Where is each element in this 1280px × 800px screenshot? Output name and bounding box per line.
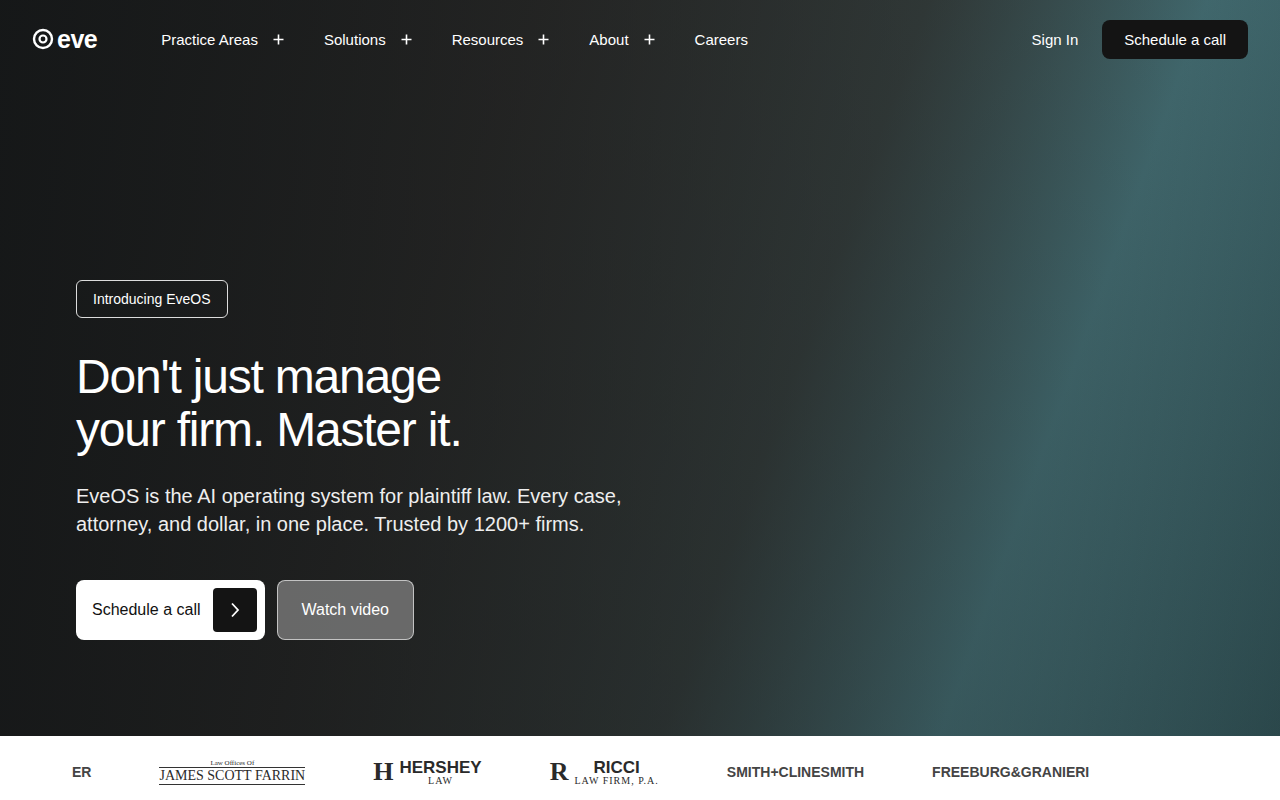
nav-label: Solutions bbox=[324, 31, 386, 48]
logo-mark: H bbox=[373, 759, 393, 785]
logo-mark: R bbox=[550, 759, 569, 785]
headline-line: Don't just manage bbox=[76, 350, 462, 403]
client-logo: RRICCILAW FIRM, P.A. bbox=[550, 759, 659, 786]
client-logo: Law Offices OfJAMES SCOTT FARRIN bbox=[159, 760, 305, 785]
intro-badge[interactable]: Introducing EveOS bbox=[76, 280, 228, 318]
watch-video-button[interactable]: Watch video bbox=[277, 580, 414, 640]
plus-icon bbox=[273, 34, 284, 45]
logo-words: RICCILAW FIRM, P.A. bbox=[574, 759, 658, 786]
nav-item[interactable]: About bbox=[589, 31, 654, 48]
nav-label: Resources bbox=[452, 31, 524, 48]
subtitle: EveOS is the AI operating system for pla… bbox=[76, 482, 676, 538]
logo-top: Law Offices Of bbox=[210, 760, 254, 767]
nav-item[interactable]: Careers bbox=[695, 31, 748, 48]
logo-words: ER bbox=[72, 765, 91, 779]
nav-label: About bbox=[589, 31, 628, 48]
nav-actions: Sign In Schedule a call bbox=[1032, 20, 1248, 59]
plus-icon bbox=[538, 34, 549, 45]
logo-words: Law Offices OfJAMES SCOTT FARRIN bbox=[159, 760, 305, 785]
button-label: Schedule a call bbox=[92, 601, 201, 619]
nav-item[interactable]: Resources bbox=[452, 31, 550, 48]
chevron-box bbox=[213, 588, 257, 632]
logo-main: SMITH+CLINESMITH bbox=[727, 765, 864, 779]
schedule-call-button[interactable]: Schedule a call bbox=[1102, 20, 1248, 59]
logo[interactable]: eve bbox=[32, 25, 97, 54]
nav-menu: Practice Areas Solutions Resources About Car… bbox=[161, 31, 748, 48]
chevron-right-icon bbox=[230, 602, 240, 618]
client-logo: FREEBURG&GRANIERI bbox=[932, 765, 1089, 779]
logo-main: HERSHEY bbox=[399, 759, 481, 776]
client-logos: ERLaw Offices OfJAMES SCOTT FARRINHHERSH… bbox=[0, 736, 1280, 800]
logo-main: FREEBURG&GRANIERI bbox=[932, 765, 1089, 779]
plus-icon bbox=[401, 34, 412, 45]
logo-sub: LAW FIRM, P.A. bbox=[574, 776, 658, 786]
nav-item[interactable]: Practice Areas bbox=[161, 31, 284, 48]
logo-words: FREEBURG&GRANIERI bbox=[932, 765, 1089, 779]
client-logo: HHERSHEYLAW bbox=[373, 759, 481, 786]
top-nav: eve Practice Areas Solutions Resources About… bbox=[0, 0, 1280, 60]
headline-line: your firm. Master it. bbox=[76, 403, 462, 456]
hero: eve Practice Areas Solutions Resources About… bbox=[0, 0, 1280, 736]
logo-main: RICCI bbox=[593, 759, 639, 776]
eve-mark-icon bbox=[32, 28, 54, 50]
nav-label: Practice Areas bbox=[161, 31, 258, 48]
hero-actions: Schedule a call Watch video bbox=[76, 580, 414, 640]
hero-content: Introducing EveOS Don't just manageyour f… bbox=[0, 60, 1280, 640]
nav-label: Careers bbox=[695, 31, 748, 48]
client-logo: ER bbox=[72, 765, 91, 779]
schedule-call-button[interactable]: Schedule a call bbox=[76, 580, 265, 640]
logo-main: JAMES SCOTT FARRIN bbox=[159, 767, 305, 785]
logo-main: ER bbox=[72, 765, 91, 779]
headline: Don't just manageyour firm. Master it. bbox=[76, 350, 462, 456]
page: eve Practice Areas Solutions Resources About… bbox=[0, 0, 1280, 800]
logo-text: eve bbox=[57, 25, 97, 54]
client-logo: SMITH+CLINESMITH bbox=[727, 765, 864, 779]
logo-words: HERSHEYLAW bbox=[399, 759, 481, 786]
nav-item[interactable]: Solutions bbox=[324, 31, 412, 48]
logo-words: SMITH+CLINESMITH bbox=[727, 765, 864, 779]
sign-in-link[interactable]: Sign In bbox=[1032, 31, 1079, 48]
plus-icon bbox=[644, 34, 655, 45]
logo-sub: LAW bbox=[428, 776, 453, 786]
